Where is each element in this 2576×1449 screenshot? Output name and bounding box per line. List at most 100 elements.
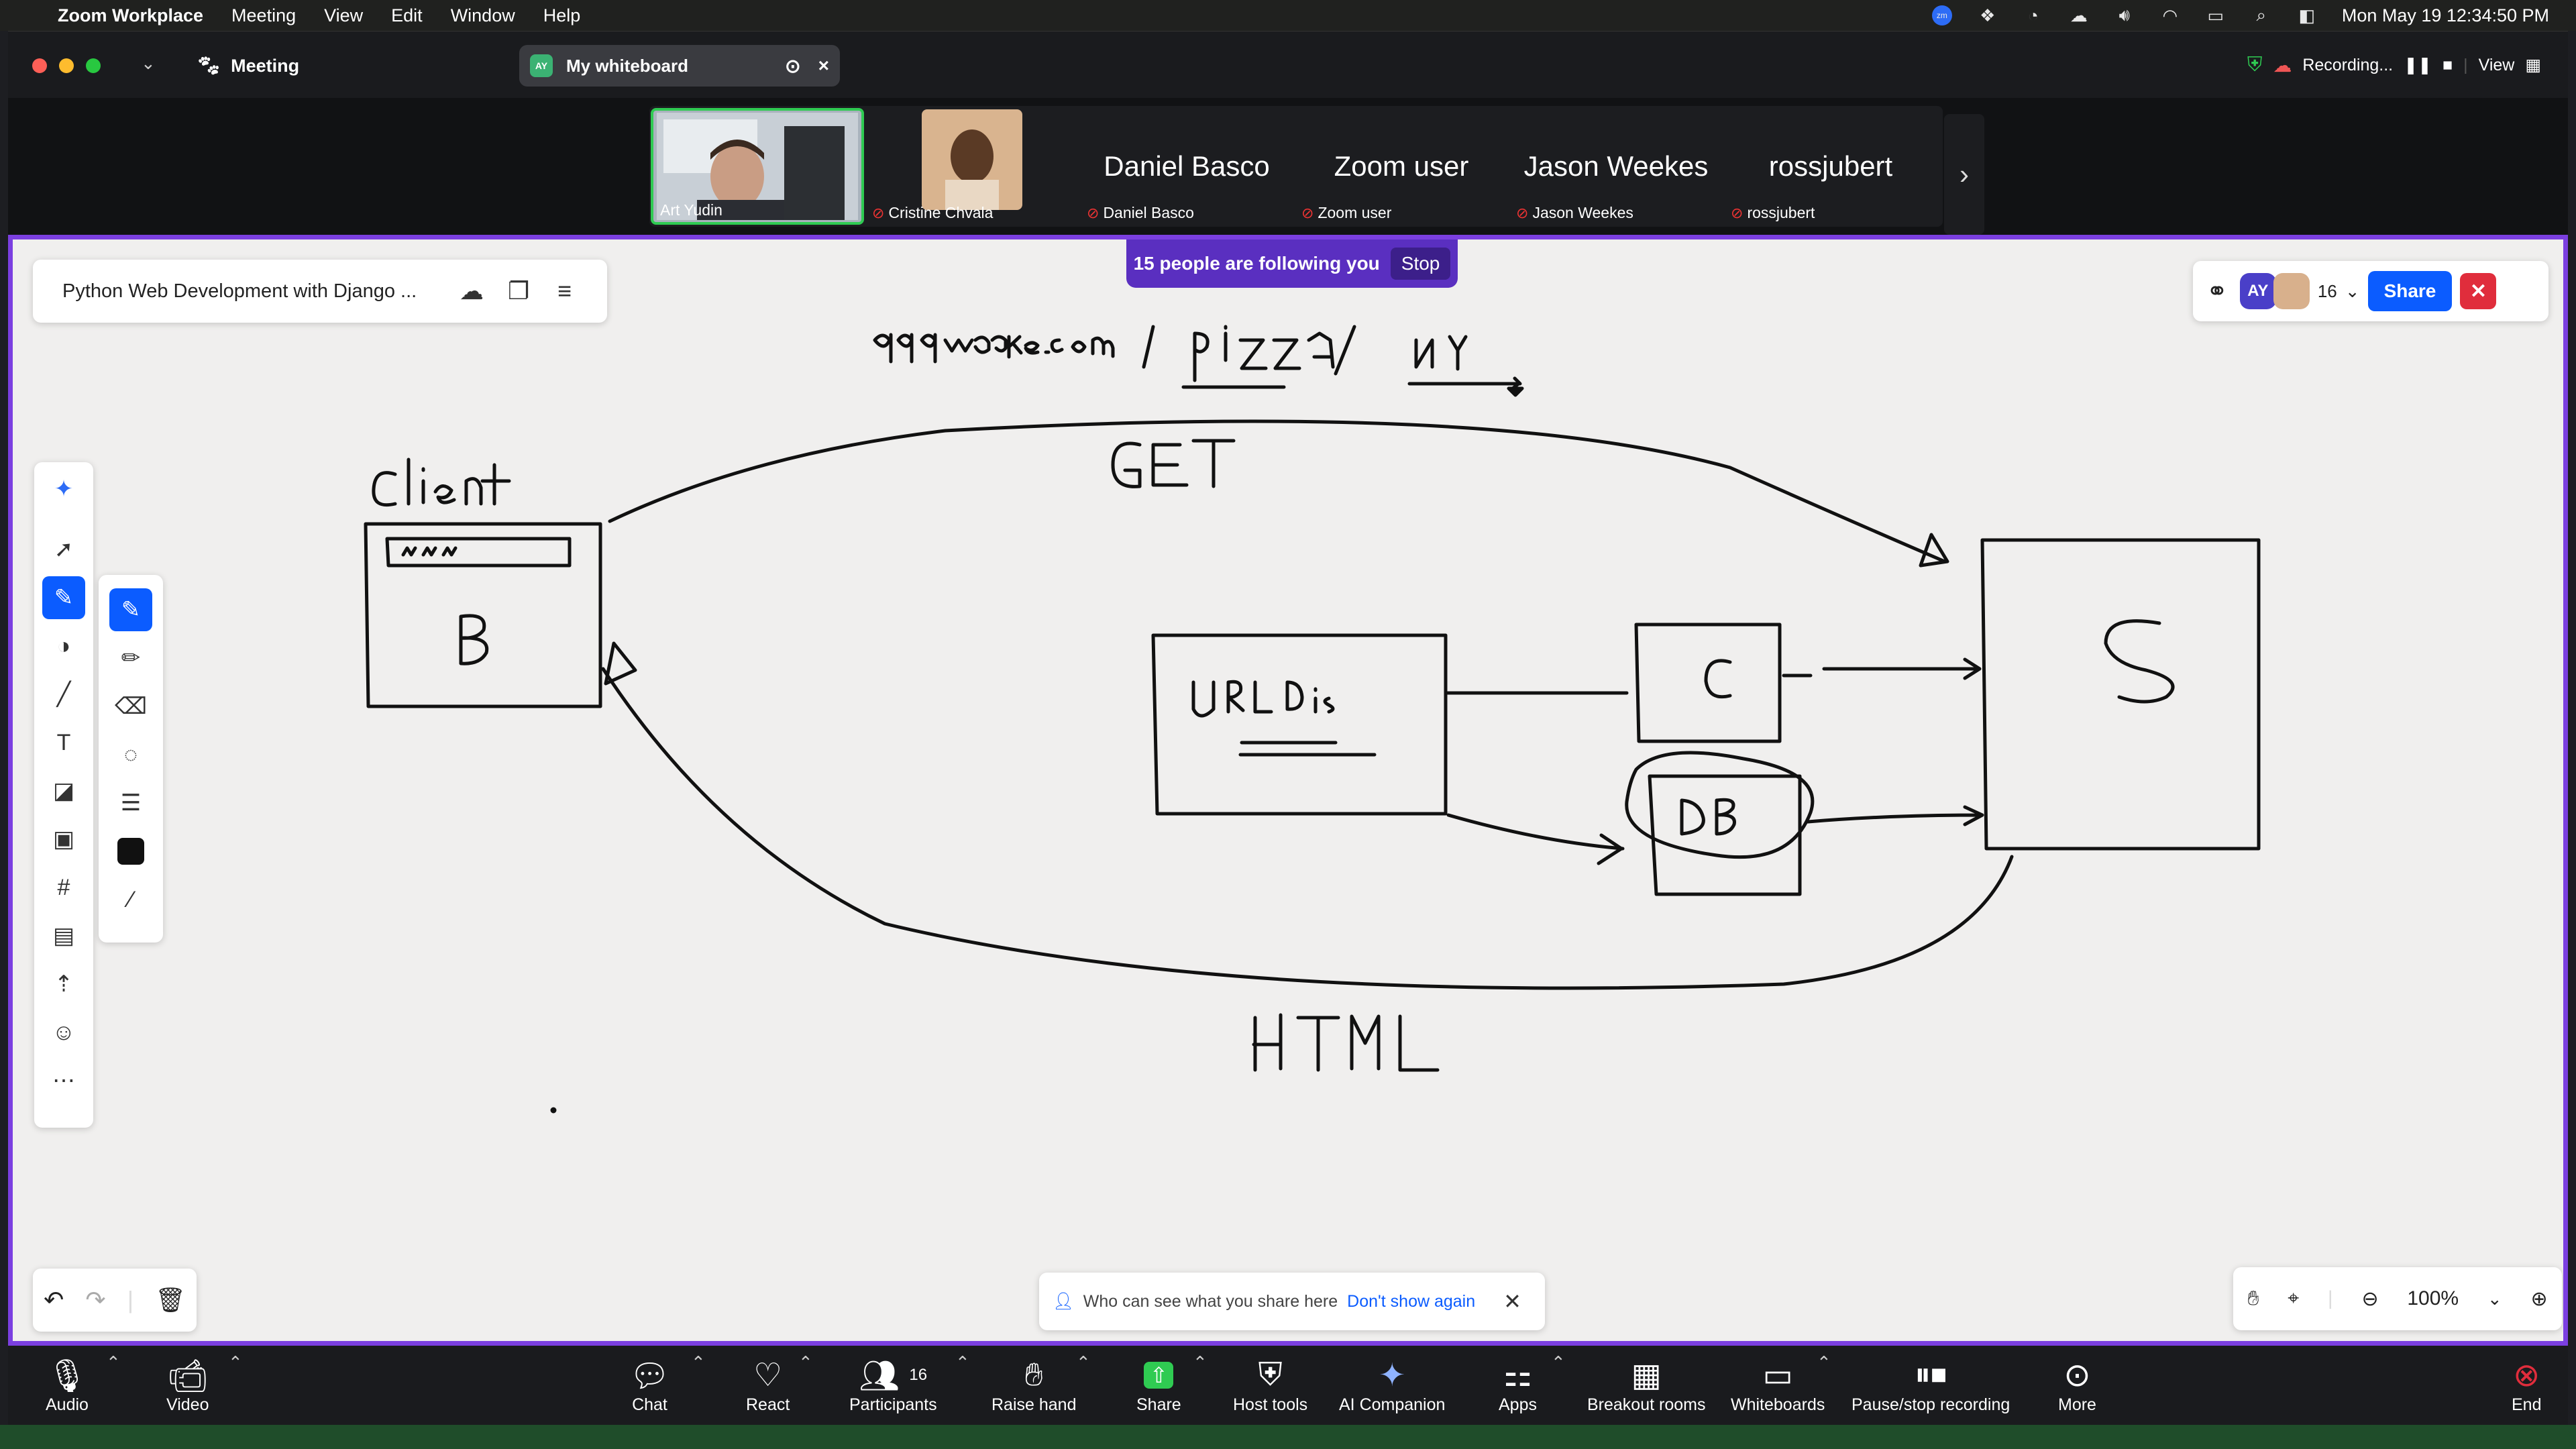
user-avatar[interactable]: AY — [2239, 273, 2276, 309]
wifi-icon[interactable]: ◠ — [2159, 5, 2181, 25]
menu-help[interactable]: Help — [543, 5, 581, 26]
chevron-up-icon[interactable]: ⌃ — [1193, 1352, 1208, 1373]
pencil-icon[interactable]: ✏ — [109, 637, 152, 680]
hand-tool-icon[interactable]: ✋︎ — [2247, 1287, 2259, 1310]
lasso-icon[interactable]: ◌ — [109, 733, 152, 776]
collaborator-icon[interactable]: ⚭ — [2206, 276, 2228, 307]
zoom-in-icon[interactable]: ⊕ — [2530, 1287, 2547, 1311]
chevron-up-icon[interactable]: ⌃ — [106, 1352, 121, 1373]
search-icon[interactable]: ⌕ — [2251, 5, 2272, 25]
hamburger-menu-icon[interactable]: ≡ — [557, 277, 572, 305]
board-title[interactable]: Python Web Development with Django ... — [62, 280, 417, 303]
chevron-down-icon[interactable]: ⌄ — [141, 53, 156, 74]
menu-edit[interactable]: Edit — [391, 5, 423, 26]
apps-button[interactable]: ⚏ Apps — [1499, 1355, 1537, 1415]
pages-icon[interactable]: ❐ — [508, 277, 529, 305]
chevron-up-icon[interactable]: ⌃ — [228, 1352, 243, 1373]
minimize-window-button[interactable] — [59, 58, 74, 73]
chat-button[interactable]: 💬︎ Chat — [629, 1355, 670, 1415]
maximize-window-button[interactable] — [86, 58, 101, 73]
ai-sparkle-icon[interactable]: ✦ — [42, 468, 85, 511]
next-page-button[interactable]: › — [1944, 114, 1984, 235]
trash-icon[interactable]: 🗑︎ — [155, 1286, 186, 1314]
stop-following-button[interactable]: Stop — [1390, 248, 1451, 280]
more-options-icon[interactable]: ⊙ — [785, 55, 800, 77]
upload-icon[interactable]: ⇡ — [42, 963, 85, 1006]
stop-recording-icon[interactable]: ■ — [2443, 56, 2453, 75]
close-whiteboard-button[interactable]: ✕ — [2460, 273, 2497, 309]
share-button[interactable]: Share — [2367, 271, 2453, 311]
pause-stop-recording-button[interactable]: ⏸⏹ Pause/stop recording — [1851, 1355, 2010, 1415]
select-tool-icon[interactable]: ➚ — [42, 528, 85, 571]
breakout-rooms-button[interactable]: ▦ Breakout rooms — [1587, 1355, 1705, 1415]
close-notice-icon[interactable]: ✕ — [1503, 1289, 1521, 1314]
redo-icon[interactable]: ↷ — [85, 1286, 105, 1314]
pause-recording-icon[interactable]: ❚❚ — [2404, 55, 2432, 75]
chevron-up-icon[interactable]: ⌃ — [955, 1352, 970, 1373]
participant-tile[interactable]: Daniel Basco ⊘ Daniel Basco — [1080, 108, 1293, 225]
chevron-up-icon[interactable]: ⌃ — [1551, 1352, 1566, 1373]
raise-hand-button[interactable]: ✋︎ Raise hand — [991, 1355, 1076, 1415]
text-tool-icon[interactable]: T — [42, 721, 85, 764]
pen-tool-icon[interactable]: ✎ — [42, 576, 85, 619]
menu-meeting[interactable]: Meeting — [231, 5, 296, 26]
grid-view-icon[interactable]: ▦ — [2525, 55, 2541, 75]
react-button[interactable]: ♡ React — [746, 1355, 790, 1415]
cloud-icon[interactable]: ☁ — [2068, 5, 2090, 25]
chevron-up-icon[interactable]: ⌃ — [798, 1352, 813, 1373]
whiteboard-canvas[interactable]: Python Web Development with Django ... ☁… — [8, 235, 2568, 1346]
zoom-level[interactable]: 100% — [2407, 1287, 2459, 1310]
view-button[interactable]: View — [2479, 56, 2515, 75]
participants-button[interactable]: 👥︎ 16 Participants — [849, 1355, 937, 1415]
menu-view[interactable]: View — [324, 5, 363, 26]
share-screen-button[interactable]: ⇧ Share — [1136, 1355, 1181, 1415]
eyedropper-icon[interactable]: ⁄ — [109, 878, 152, 921]
emoji-icon[interactable]: ☺ — [42, 1011, 85, 1054]
participant-tile-photo[interactable]: ⊘ Cristine Chvala — [865, 108, 1079, 225]
zoom-out-icon[interactable]: ⊖ — [2361, 1287, 2378, 1311]
participant-tile-video[interactable]: Art Yudin — [651, 108, 864, 225]
chevron-up-icon[interactable]: ⌃ — [691, 1352, 706, 1373]
comment-icon[interactable]: ▣ — [42, 818, 85, 861]
control-center-icon[interactable]: ◧ — [2296, 5, 2318, 25]
template-icon[interactable]: ▤ — [42, 914, 85, 957]
more-button[interactable]: ⊙ More — [2058, 1355, 2096, 1415]
dont-show-again-link[interactable]: Don't show again — [1347, 1292, 1475, 1311]
sticky-note-icon[interactable]: ◪ — [42, 769, 85, 812]
participant-tile[interactable]: Zoom user ⊘ Zoom user — [1295, 108, 1508, 225]
host-tools-button[interactable]: ⛨ Host tools — [1233, 1355, 1307, 1415]
dropbox-icon[interactable]: ❖ — [1977, 5, 1998, 25]
participant-tile[interactable]: Jason Weekes ⊘ Jason Weekes — [1509, 108, 1723, 225]
chevron-down-icon[interactable]: ⌄ — [2345, 281, 2360, 302]
menu-window[interactable]: Window — [451, 5, 515, 26]
volume-icon[interactable]: 🔊︎ — [2114, 5, 2135, 25]
board-title-panel[interactable]: Python Web Development with Django ... ☁… — [33, 260, 607, 323]
undo-icon[interactable]: ↶ — [44, 1286, 64, 1314]
tab-meeting[interactable]: 🐾︎ Meeting — [196, 54, 299, 77]
participant-tile[interactable]: rossjubert ⊘ rossjubert — [1724, 108, 1937, 225]
stroke-width-icon[interactable]: ☰ — [109, 782, 152, 824]
tab-whiteboard[interactable]: AY My whiteboard ⊙ × — [519, 45, 840, 87]
pen-icon[interactable]: ✎ — [109, 588, 152, 631]
more-tools-icon[interactable]: ⋯ — [42, 1059, 85, 1102]
end-button[interactable]: ⊗ End — [2512, 1355, 2541, 1415]
close-tab-icon[interactable]: × — [818, 55, 829, 76]
locate-icon[interactable]: ⌖ — [2288, 1287, 2299, 1310]
eraser-icon[interactable]: ⌫ — [109, 685, 152, 728]
cloud-save-icon[interactable]: ☁ — [460, 277, 484, 305]
frame-tool-icon[interactable]: # — [42, 866, 85, 909]
shapes-tool-icon[interactable]: ◑ — [42, 625, 85, 667]
color-swatch-icon[interactable] — [109, 830, 152, 873]
chevron-up-icon[interactable]: ⌃ — [1817, 1352, 1831, 1373]
close-window-button[interactable] — [32, 58, 47, 73]
sync-icon[interactable]: ◔ — [2023, 5, 2044, 25]
zoom-status-icon[interactable]: zm — [1931, 5, 1953, 25]
clock[interactable]: Mon May 19 12:34:50 PM — [2342, 5, 2549, 26]
audio-button[interactable]: 🎙︎ Audio — [46, 1355, 89, 1415]
screen-mirror-icon[interactable]: ▭ — [2205, 5, 2226, 25]
video-button[interactable]: 📹︎ Video — [166, 1355, 209, 1415]
whiteboards-button[interactable]: ▭ Whiteboards — [1731, 1355, 1825, 1415]
line-tool-icon[interactable]: ╱ — [42, 673, 85, 716]
menu-app-name[interactable]: Zoom Workplace — [58, 5, 203, 26]
participant-avatar[interactable] — [2273, 273, 2310, 309]
